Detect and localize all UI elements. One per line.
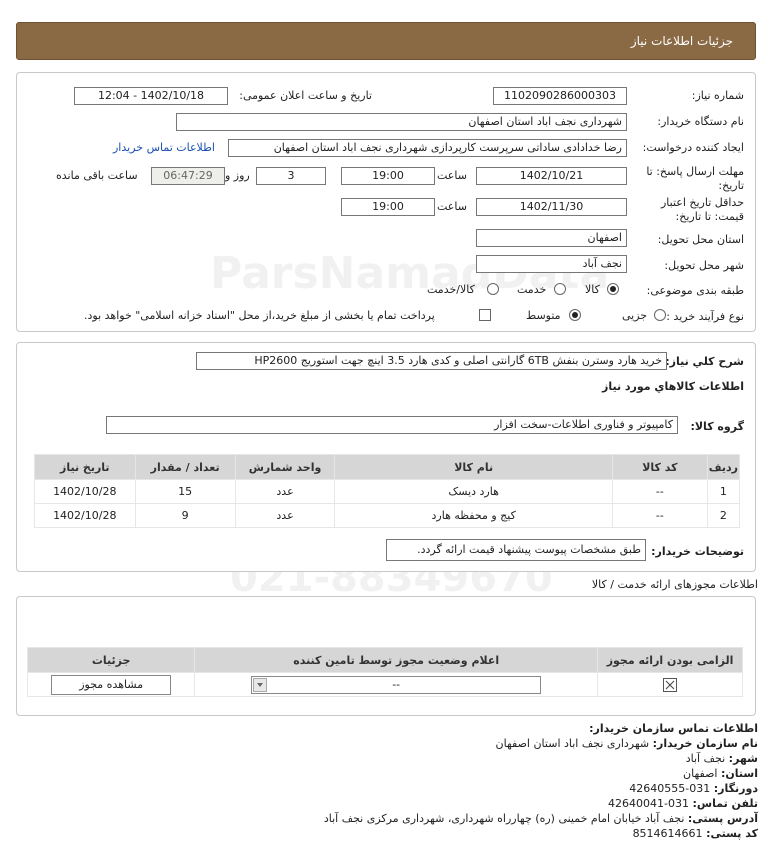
item-qty: 15	[134, 479, 236, 504]
category-label: طبقه بندی موضوعی:	[646, 284, 744, 297]
process-option-medium: متوسط	[526, 309, 561, 322]
province-field: اصفهان	[476, 229, 627, 247]
process-radio-minor[interactable]	[654, 309, 666, 321]
contact-postal: 8514614661	[632, 827, 703, 840]
col-unit: واحد شمارش	[234, 454, 336, 480]
category-option-both: کالا/خدمت	[427, 283, 475, 296]
validity-label: حداقل تاریخ اعتبار قیمت: تا تاریخ:	[660, 196, 744, 223]
license-details-cell: مشاهده مجوز	[26, 672, 196, 697]
item-name: هارد دیسک	[334, 479, 613, 504]
row-number: 2	[706, 503, 741, 528]
licenses-table: الزامی بودن ارائه مجوز اعلام وضعیت مجوز …	[26, 647, 743, 697]
payment-note: پرداخت تمام یا بخشی از مبلغ خرید،از محل …	[84, 309, 435, 322]
item-date: 1402/10/28	[34, 479, 136, 504]
treasury-checkbox[interactable]	[479, 309, 491, 321]
contact-address-label: آدرس پستی:	[687, 812, 758, 825]
reply-time-field: 19:00	[341, 167, 435, 185]
creator-label: ایجاد کننده درخواست:	[642, 141, 744, 154]
remaining-label: ساعت باقی مانده	[56, 169, 138, 182]
announce-field: 1402/10/18 - 12:04	[74, 87, 228, 105]
announce-label: تاریخ و ساعت اعلان عمومی:	[239, 89, 372, 102]
process-radio-medium[interactable]	[569, 309, 581, 321]
col-name: نام کالا	[334, 454, 613, 480]
category-radio-both[interactable]	[487, 283, 499, 295]
need-number-field: 1102090286000303	[493, 87, 627, 105]
contact-province-label: استان:	[721, 767, 758, 780]
category-option-goods: کالا	[585, 283, 600, 296]
buyer-org-label: نام دستگاه خریدار:	[657, 115, 744, 128]
item-unit: عدد	[234, 479, 336, 504]
license-status-cell: --	[194, 672, 599, 697]
table-row: 1 -- هارد دیسک عدد 15 1402/10/28	[34, 479, 741, 504]
item-code: --	[611, 503, 708, 528]
buyer-contact-link[interactable]: اطلاعات تماس خریدار	[113, 141, 215, 154]
province-label: استان محل تحویل:	[657, 233, 744, 246]
table-row: -- مشاهده مجوز	[26, 672, 743, 697]
page-title: جزئیات اطلاعات نیاز	[630, 34, 733, 48]
contact-phone: 031-42640041	[608, 797, 690, 810]
contact-city-label: شهر:	[728, 752, 758, 765]
item-date: 1402/10/28	[34, 503, 136, 528]
row-number: 1	[706, 479, 741, 504]
page-header: جزئیات اطلاعات نیاز	[16, 22, 756, 60]
col-license-status: اعلام وضعیت مجوز توسط تامین کننده	[194, 647, 599, 673]
table-row: 2 -- کیج و محفظه هارد عدد 9 1402/10/28	[34, 503, 741, 528]
col-date: تاریخ نیاز	[34, 454, 136, 480]
item-code: --	[611, 479, 708, 504]
contact-fax-label: دورنگار:	[713, 782, 758, 795]
item-qty: 9	[134, 503, 236, 528]
days-field: 3	[256, 167, 326, 185]
need-number-label: شماره نیاز:	[691, 89, 744, 102]
buyer-contact-section: اطلاعات تماس سازمان خریدار: نام سازمان خ…	[324, 722, 758, 842]
validity-time-label: ساعت	[437, 200, 467, 213]
contact-title: اطلاعات تماس سازمان خریدار:	[589, 722, 758, 735]
reply-time-label: ساعت	[437, 169, 467, 182]
contact-address: نجف آباد خیابان امام خمینی (ره) چهارراه …	[323, 812, 685, 825]
category-option-service: خدمت	[517, 283, 547, 296]
reply-date-field: 1402/10/21	[476, 167, 627, 185]
license-status-value: --	[392, 677, 401, 691]
days-label: روز و	[225, 169, 250, 182]
city-label: شهر محل تحویل:	[664, 259, 744, 272]
buyer-notes-label: توضیحات خریدار:	[651, 545, 744, 558]
contact-province: اصفهان	[683, 767, 718, 780]
process-label: نوع فرآیند خرید :	[666, 310, 744, 323]
contact-fax: 031-42640555	[629, 782, 711, 795]
creator-field: رضا خدادادی ساداتی سرپرست کارپردازی شهرد…	[228, 139, 627, 157]
summary-field: خرید هارد وسترن بنفش 6TB گارانتی اصلی و …	[196, 352, 667, 370]
validity-time-field: 19:00	[341, 198, 435, 216]
item-unit: عدد	[234, 503, 336, 528]
category-radio-service[interactable]	[554, 283, 566, 295]
city-field: نجف آباد	[476, 255, 627, 273]
summary-label: شرح کلي نياز:	[665, 355, 744, 368]
group-label: گروه کالا:	[690, 420, 744, 433]
buyer-notes-field: طبق مشخصات پیوست پیشنهاد قیمت ارائه گردد…	[386, 539, 646, 561]
license-required-cell	[597, 672, 743, 697]
col-license-details: جزئیات	[26, 647, 196, 673]
contact-city: نجف آباد	[685, 752, 726, 765]
buyer-org-field: شهرداری نجف اباد استان اصفهان	[176, 113, 627, 131]
dropdown-arrow-icon[interactable]	[253, 677, 268, 692]
license-status-select[interactable]: --	[251, 675, 542, 694]
goods-heading: اطلاعات کالاهاي مورد نياز	[602, 380, 744, 393]
process-option-minor: جزیی	[622, 309, 648, 322]
category-radio-goods[interactable]	[607, 283, 619, 295]
reply-deadline-label: مهلت ارسال پاسخ: تا تاریخ:	[646, 165, 744, 192]
validity-date-field: 1402/11/30	[476, 198, 627, 216]
item-name: کیج و محفظه هارد	[334, 503, 613, 528]
licenses-title: اطلاعات مجوزهای ارائه خدمت / کالا	[591, 578, 758, 591]
group-field: کامپیوتر و فناوری اطلاعات-سخت افزار	[106, 416, 678, 434]
col-license-required: الزامی بودن ارائه مجوز	[597, 647, 743, 673]
goods-table: ردیف کد کالا نام کالا واحد شمارش تعداد /…	[34, 454, 741, 528]
col-code: کد کالا	[611, 454, 708, 480]
contact-org-label: نام سازمان خریدار:	[652, 737, 758, 750]
contact-postal-label: کد پستی:	[706, 827, 758, 840]
contact-org: شهرداری نجف اباد استان اصفهان	[495, 737, 650, 750]
remaining-time-field: 06:47:29	[151, 167, 225, 185]
view-license-button[interactable]: مشاهده مجوز	[51, 674, 172, 695]
checked-box-icon	[663, 677, 678, 692]
col-qty: تعداد / مقدار	[134, 454, 236, 480]
col-row: ردیف	[706, 454, 741, 480]
contact-phone-label: تلفن تماس:	[692, 797, 758, 810]
